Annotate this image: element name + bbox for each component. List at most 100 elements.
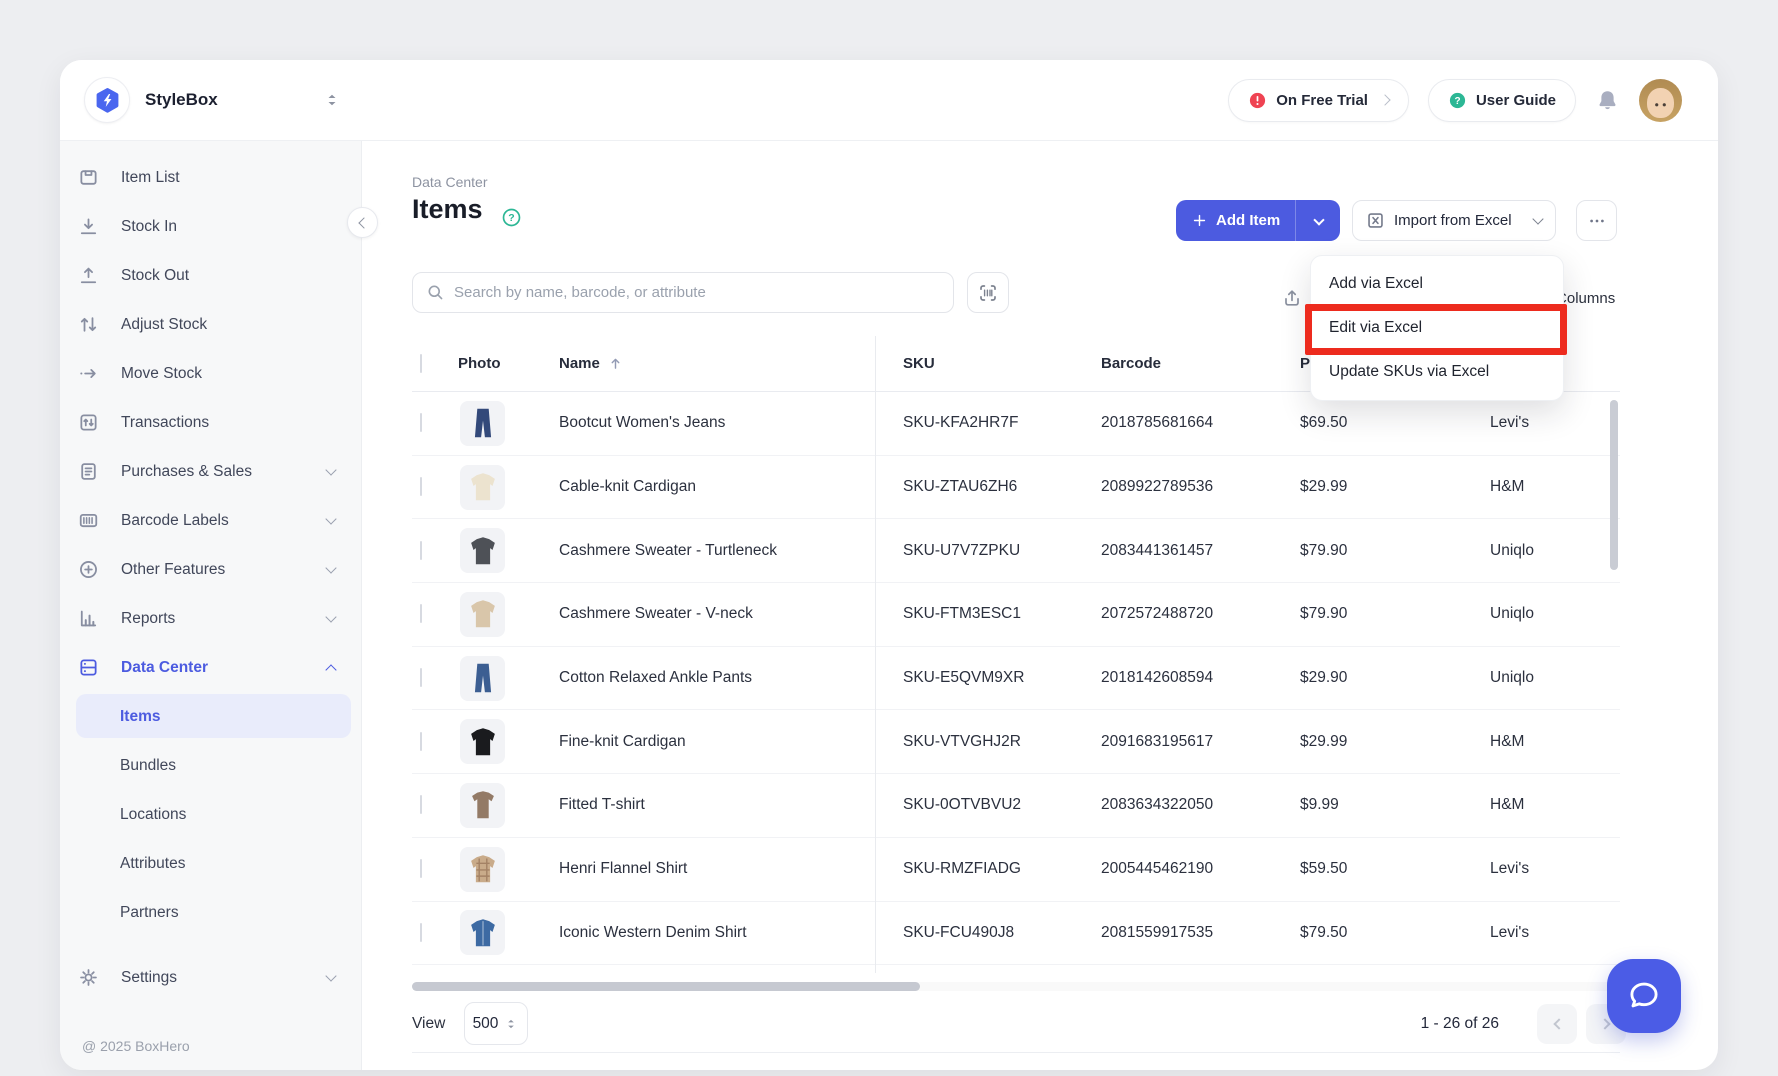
sidebar-sub-item[interactable]: Items — [60, 692, 361, 741]
table-row[interactable]: Fitted T-shirt SKU-0OTVBVU2 208363432205… — [412, 774, 1620, 838]
sidebar-item-icon — [78, 216, 99, 237]
table-row[interactable]: Cable-knit Cardigan SKU-ZTAU6ZH6 2089922… — [412, 456, 1620, 520]
menu-item-label: Update SKUs via Excel — [1329, 363, 1489, 381]
item-name: Cotton Relaxed Ankle Pants — [559, 669, 752, 687]
chevron-down-icon — [1532, 213, 1543, 224]
import-from-excel-button[interactable]: Import from Excel — [1352, 200, 1556, 241]
add-item-button[interactable]: Add Item — [1176, 200, 1340, 241]
row-checkbox[interactable] — [420, 859, 422, 878]
user-guide-label: User Guide — [1476, 92, 1556, 109]
table-row[interactable]: Cashmere Sweater - Turtleneck SKU-U7V7ZP… — [412, 519, 1620, 583]
item-photo — [460, 465, 505, 510]
workspace-name: StyleBox — [145, 90, 218, 110]
import-excel-label: Import from Excel — [1394, 212, 1512, 229]
item-brand: H&M — [1480, 478, 1620, 496]
chat-support-button[interactable] — [1607, 959, 1681, 1033]
horizontal-scrollbar[interactable] — [412, 982, 920, 991]
table-row[interactable]: Fine-knit Cardigan SKU-VTVGHJ2R 20916831… — [412, 710, 1620, 774]
row-checkbox[interactable] — [420, 732, 422, 751]
item-sku: SKU-E5QVM9XR — [875, 669, 1095, 687]
button-divider — [1295, 200, 1296, 241]
search-input[interactable] — [454, 284, 940, 301]
select-all-checkbox[interactable] — [420, 354, 422, 373]
user-avatar[interactable] — [1639, 79, 1682, 122]
sidebar-item[interactable]: Adjust Stock — [60, 300, 361, 349]
sidebar-item-icon — [78, 657, 99, 678]
hexagon-bolt-icon — [94, 87, 121, 114]
item-sku: SKU-FTM3ESC1 — [875, 605, 1095, 623]
row-checkbox[interactable] — [420, 795, 422, 814]
sidebar-item[interactable]: Transactions — [60, 398, 361, 447]
page-size-value: 500 — [473, 1015, 499, 1033]
sidebar-item-label: Barcode Labels — [121, 512, 229, 530]
sidebar-collapse-button[interactable] — [347, 207, 378, 238]
chevron-down-icon — [1313, 214, 1324, 225]
sidebar-item[interactable]: Stock Out — [60, 251, 361, 300]
sidebar-sub-item[interactable]: Bundles — [60, 741, 361, 790]
item-photo — [460, 592, 505, 637]
sidebar-sub-item[interactable]: Attributes — [60, 839, 361, 888]
more-actions-button[interactable] — [1576, 200, 1617, 241]
column-header-barcode: Barcode — [1095, 355, 1295, 372]
prev-page-button[interactable] — [1537, 1004, 1577, 1044]
sidebar-sub-item[interactable]: Partners — [60, 888, 361, 937]
sidebar-nav: Item List Stock In Stock Out — [60, 153, 361, 692]
export-icon[interactable] — [1282, 288, 1302, 308]
sidebar-item-icon — [78, 461, 99, 482]
free-trial-button[interactable]: On Free Trial — [1228, 79, 1409, 122]
item-photo — [460, 528, 505, 573]
sidebar-item-icon — [78, 167, 99, 188]
barcode-scan-button[interactable] — [967, 272, 1009, 313]
item-barcode: 2018142608594 — [1095, 669, 1295, 687]
user-guide-button[interactable]: ? User Guide — [1428, 79, 1576, 122]
table-row[interactable]: Henri Flannel Shirt SKU-RMZFIADG 2005445… — [412, 838, 1620, 902]
sidebar-sub-item[interactable]: Locations — [60, 790, 361, 839]
menu-item[interactable]: Update SKUs via Excel — [1311, 350, 1563, 394]
page-size-select[interactable]: 500 — [464, 1002, 528, 1045]
sidebar-item-label: Item List — [121, 169, 180, 187]
menu-item[interactable]: Add via Excel — [1311, 262, 1563, 306]
table-row[interactable]: Cotton Relaxed Ankle Pants SKU-E5QVM9XR … — [412, 647, 1620, 711]
item-sku: SKU-VTVGHJ2R — [875, 733, 1095, 751]
sidebar-item[interactable]: Item List — [60, 153, 361, 202]
sidebar-item[interactable]: Reports — [60, 594, 361, 643]
item-brand: H&M — [1480, 796, 1620, 814]
workspace-switcher-icon[interactable] — [322, 90, 342, 110]
help-icon[interactable]: ? — [501, 207, 522, 228]
item-price: $79.90 — [1295, 542, 1480, 560]
vertical-scrollbar[interactable] — [1610, 400, 1618, 570]
menu-item[interactable]: Edit via Excel — [1311, 306, 1563, 350]
svg-text:?: ? — [1454, 96, 1460, 107]
item-name: Iconic Western Denim Shirt — [559, 924, 747, 942]
sidebar-item-icon — [78, 608, 99, 629]
row-checkbox[interactable] — [420, 668, 422, 687]
chevron-left-icon — [1553, 1018, 1564, 1029]
row-checkbox[interactable] — [420, 413, 422, 432]
sidebar-item[interactable]: Purchases & Sales — [60, 447, 361, 496]
column-header-name[interactable]: Name — [557, 355, 875, 372]
row-checkbox[interactable] — [420, 604, 422, 623]
sidebar-item-icon — [78, 510, 99, 531]
item-name: Cashmere Sweater - Turtleneck — [559, 542, 777, 560]
sidebar-item[interactable]: Data Center — [60, 643, 361, 692]
sidebar-item[interactable]: Barcode Labels — [60, 496, 361, 545]
row-checkbox[interactable] — [420, 477, 422, 496]
sidebar-item-label: Transactions — [121, 414, 209, 432]
item-barcode: 2083441361457 — [1095, 542, 1295, 560]
sidebar-item[interactable]: Other Features — [60, 545, 361, 594]
page-title: Items — [412, 194, 483, 225]
trial-alert-icon — [1248, 91, 1267, 110]
notification-bell-icon[interactable] — [1595, 88, 1620, 113]
item-photo — [460, 719, 505, 764]
row-checkbox[interactable] — [420, 923, 422, 942]
sidebar-item[interactable]: Move Stock — [60, 349, 361, 398]
item-barcode: 2083634322050 — [1095, 796, 1295, 814]
sidebar-item[interactable]: Stock In — [60, 202, 361, 251]
item-barcode: 2018785681664 — [1095, 414, 1295, 432]
table-row[interactable]: Cashmere Sweater - V-neck SKU-FTM3ESC1 2… — [412, 583, 1620, 647]
sidebar-item-settings[interactable]: Settings — [60, 953, 361, 1002]
row-checkbox[interactable] — [420, 541, 422, 560]
chevron-icon — [325, 613, 337, 625]
table-row[interactable]: Bootcut Women's Jeans SKU-KFA2HR7F 20187… — [412, 392, 1620, 456]
table-row[interactable]: Iconic Western Denim Shirt SKU-FCU490J8 … — [412, 902, 1620, 966]
